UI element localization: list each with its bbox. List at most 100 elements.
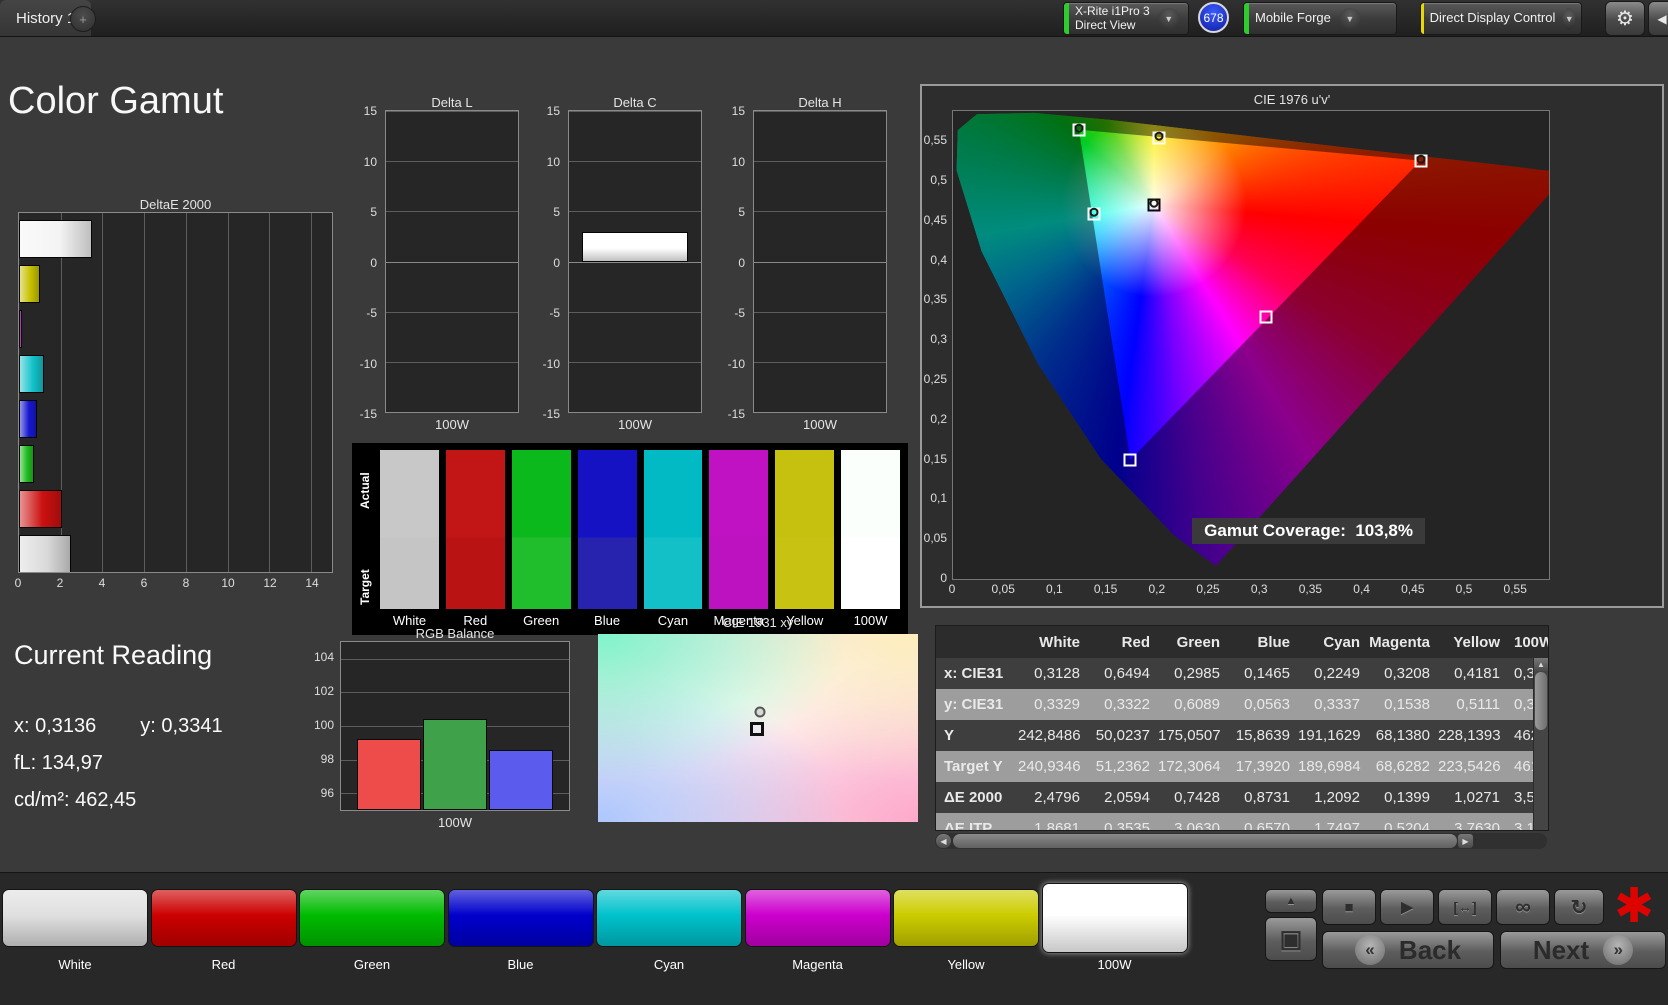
deltae-bar-red [19, 489, 62, 528]
source-dropdown[interactable]: Mobile Forge ▼ [1243, 2, 1397, 35]
swatch-column: Red [445, 450, 505, 631]
table-cell: 50,0237 [1095, 727, 1150, 744]
scroll-up-arrow-icon[interactable]: ▲ [1534, 658, 1548, 671]
pattern-window-button[interactable]: ▣ [1265, 917, 1317, 961]
table-cell: 3,7630 [1454, 820, 1500, 831]
cie1976-x-axis: 0 0,05 0,1 0,15 0,2 0,25 0,3 0,35 0,4 0,45 0,5 0,55 [948, 582, 1527, 596]
cie1931-title: CIE 1931 xy [722, 615, 794, 630]
swatch-column: Magenta [709, 450, 769, 631]
table-cell: 2,4796 [1034, 789, 1080, 806]
pattern-up-button[interactable]: ▲ [1265, 889, 1317, 913]
row-label: ΔE 2000 [944, 789, 1003, 806]
deltae2000-chart [18, 212, 333, 573]
table-cell: 189,6984 [1298, 758, 1361, 775]
swatch-white [380, 450, 439, 609]
cie1976-title: CIE 1976 u'v' [1253, 92, 1331, 107]
table-cell: 0,4181 [1454, 665, 1500, 682]
swatch-column: White [380, 450, 439, 631]
stop-button[interactable]: ■ [1322, 889, 1376, 925]
cie1976-markers [953, 111, 1549, 579]
scroll-right-arrow-icon[interactable]: ▶ [1458, 834, 1473, 848]
table-cell: 0,3329 [1034, 696, 1080, 713]
delta-l-x-label: 100W [435, 417, 469, 432]
table-row: ΔE 2000 2,4796 2,0594 0,7428 0,8731 1,2092 0,1… [936, 782, 1548, 813]
column-header: Yellow [1453, 633, 1500, 651]
pattern-button-blue[interactable] [447, 889, 594, 947]
table-row: ΔE ITP 1,8681 0,3535 3,0630 0,6570 1,7497 0,52… [936, 813, 1548, 831]
pattern-button-yellow[interactable] [893, 889, 1039, 947]
session-alert-icon: ✱ [1614, 880, 1655, 933]
meter-reading-badge: 678 [1198, 2, 1229, 33]
delta-c-chart: Delta C 15 10 5 0 -5 -10 -15 100W [534, 95, 704, 432]
column-header: Magenta [1369, 633, 1430, 651]
gamut-coverage-readout: Gamut Coverage: 103,8% [1192, 518, 1425, 544]
single-measure-button[interactable]: [↔] [1438, 889, 1492, 925]
rgb-balance-title: RGB Balance [415, 626, 495, 641]
pattern-button-red[interactable] [150, 889, 297, 947]
vertical-scroll-thumb[interactable] [1535, 672, 1547, 730]
next-label: Next [1532, 934, 1590, 965]
swatch-red [445, 450, 505, 609]
deltae-bar-white [19, 534, 71, 572]
next-button[interactable]: Next » [1500, 931, 1666, 969]
pattern-button-magenta[interactable] [744, 889, 891, 947]
horizontal-scroll-thumb[interactable] [953, 834, 1457, 848]
scroll-left-arrow-icon[interactable]: ◀ [936, 834, 951, 848]
deltae-bar-row [19, 486, 332, 531]
column-header: Cyan [1323, 633, 1360, 651]
deltae2000-x-axis: 0 2 4 6 8 10 12 14 [14, 576, 319, 590]
table-cell: 223,5426 [1438, 758, 1501, 775]
settings-button[interactable]: ⚙ [1605, 1, 1645, 36]
deltae-bar-row [19, 261, 332, 306]
delta-h-chart: Delta H 15 10 5 0 -5 -10 -15 100W [719, 95, 889, 432]
chevron-down-icon: ▼ [1157, 7, 1180, 30]
pattern-label: 100W [1097, 957, 1132, 972]
reading-cdm2: cd/m²: 462,45 [14, 789, 137, 811]
calman-window: History 1 + X-Rite i1Pro 3 Direct View ▼ … [0, 0, 1668, 1005]
delta-l-chart: Delta L 15 10 5 0 -5 -10 -15 100W [351, 95, 521, 432]
delta-h-x-label: 100W [803, 417, 837, 432]
deltae-bar-row [19, 531, 332, 572]
refresh-button[interactable]: ↻ [1554, 889, 1604, 925]
pattern-button-green[interactable] [299, 889, 445, 947]
table-cell: 0,1538 [1384, 696, 1430, 713]
pattern-button-cyan[interactable] [596, 889, 742, 947]
table-row: x: CIE31 0,3128 0,6494 0,2985 0,1465 0,2249 0,… [936, 658, 1548, 689]
side-panel-toggle[interactable]: ◀ [1648, 1, 1668, 36]
frame-icon: [↔] [1453, 899, 1477, 915]
table-cell: 0,6570 [1244, 820, 1290, 831]
table-row: Y 242,8486 50,0237 175,0507 15,8639 191,1629 6… [936, 720, 1548, 751]
table-vertical-scrollbar[interactable]: ▲ [1533, 658, 1548, 830]
actual-target-swatch-strip: Actual Target White Red Green Blue Cyan Magen… [352, 443, 908, 635]
play-button[interactable]: ▶ [1380, 889, 1434, 925]
add-tab-button[interactable]: + [70, 6, 96, 32]
swatch-column: 100W [841, 450, 900, 631]
continuous-measure-button[interactable]: ∞ [1496, 889, 1550, 925]
table-cell: 175,0507 [1158, 727, 1221, 744]
swatch-column: Blue [577, 450, 637, 631]
measured-point-green [1074, 123, 1084, 133]
cie1976-y-axis: 0 0,05 0,1 0,15 0,2 0,25 0,3 0,35 0,4 0,45 0,5 0,55 [923, 133, 947, 585]
meter-dropdown[interactable]: X-Rite i1Pro 3 Direct View ▼ [1063, 2, 1189, 35]
table-cell: 15,8639 [1235, 727, 1290, 744]
table-cell: 0,1465 [1244, 665, 1290, 682]
current-reading-title: Current Reading [14, 640, 213, 670]
rgb-balance-x-label: 100W [438, 815, 472, 830]
rgb-bar-green [423, 719, 487, 810]
deltae-bar-row [19, 306, 332, 351]
back-button[interactable]: « Back [1322, 931, 1494, 969]
display-control-dropdown[interactable]: Direct Display Control ▼ [1420, 2, 1582, 35]
table-cell: 0,3322 [1104, 696, 1150, 713]
gamut-marker-magenta [1259, 310, 1273, 324]
column-header: Green [1176, 633, 1220, 651]
table-cell: 242,8486 [1018, 727, 1081, 744]
stop-icon: ■ [1344, 898, 1354, 916]
delta-l-title: Delta L [431, 95, 473, 110]
pattern-button-white[interactable] [2, 889, 148, 947]
deltae-bar-yellow [19, 264, 41, 303]
row-label: x: CIE31 [944, 665, 1004, 682]
cie1976-chart: Gamut Coverage: 103,8% [952, 110, 1550, 580]
table-horizontal-scrollbar[interactable]: ◀ ▶ [935, 833, 1547, 849]
tab-label: History 1 [16, 9, 76, 27]
pattern-button-100w[interactable] [1041, 883, 1188, 953]
